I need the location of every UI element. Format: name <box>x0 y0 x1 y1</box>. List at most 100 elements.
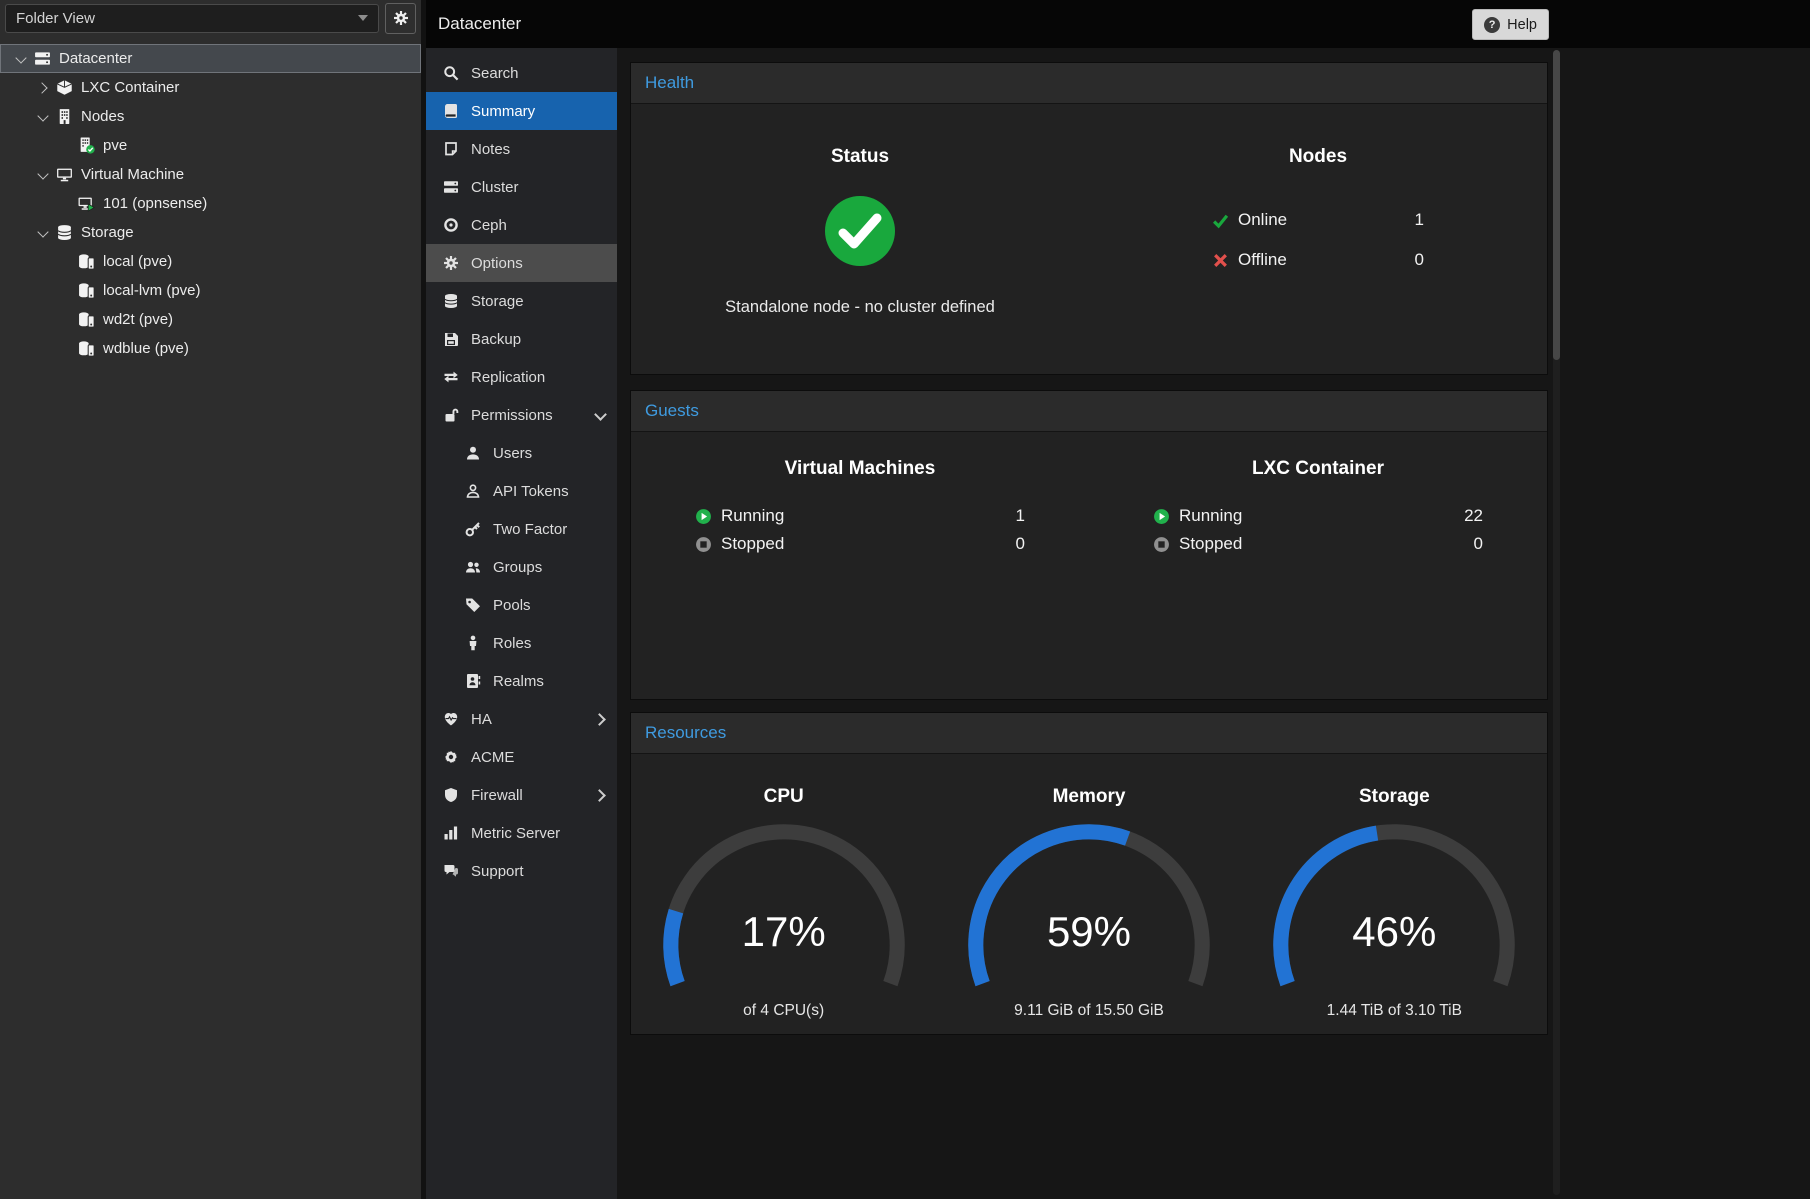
tree-item-label: Storage <box>81 224 134 241</box>
menu-item-pools[interactable]: Pools <box>426 586 617 624</box>
tree-item-label: pve <box>103 137 127 154</box>
shield-icon <box>442 787 460 803</box>
menu-item-permissions[interactable]: Permissions <box>426 396 617 434</box>
tree-item-storage[interactable]: Storage <box>0 218 421 247</box>
menu-item-label: Summary <box>471 103 535 120</box>
chevron-right-icon[interactable] <box>36 81 50 95</box>
tree-item-label: Datacenter <box>59 50 132 67</box>
menu-item-firewall[interactable]: Firewall <box>426 776 617 814</box>
chevron-right-icon[interactable] <box>595 713 607 725</box>
menu-item-backup[interactable]: Backup <box>426 320 617 358</box>
sidebar-toolbar: Folder View <box>0 0 421 36</box>
menu-item-acme[interactable]: ACME <box>426 738 617 776</box>
menu-item-notes[interactable]: Notes <box>426 130 617 168</box>
storage-drive-icon <box>78 253 97 270</box>
chevron-down-icon[interactable] <box>14 52 28 66</box>
tree-item-storage-wdblue[interactable]: wdblue (pve) <box>0 334 421 363</box>
view-mode-select[interactable]: Folder View <box>5 4 379 33</box>
menu-item-ceph[interactable]: Ceph <box>426 206 617 244</box>
twisty-spacer <box>58 139 72 153</box>
chevron-down-icon[interactable] <box>36 110 50 124</box>
view-mode-label: Folder View <box>16 10 95 27</box>
status-message: Standalone node - no cluster defined <box>725 298 995 317</box>
menu-item-replication[interactable]: Replication <box>426 358 617 396</box>
tree-item-vm-101[interactable]: 101 (opnsense) <box>0 189 421 218</box>
menu-item-label: Metric Server <box>471 825 560 842</box>
tree-item-label: Virtual Machine <box>81 166 184 183</box>
person-icon <box>464 635 482 651</box>
ceph-icon <box>442 217 460 233</box>
menu-item-roles[interactable]: Roles <box>426 624 617 662</box>
cpu-detail: of 4 CPU(s) <box>743 1002 824 1020</box>
lxc-stopped-row: Stopped 0 <box>1153 530 1483 558</box>
sticky-note-icon <box>442 141 460 157</box>
chevron-down-icon[interactable] <box>36 226 50 240</box>
menu-item-label: Backup <box>471 331 521 348</box>
storage-detail: 1.44 TiB of 3.10 TiB <box>1327 1002 1462 1020</box>
menu-item-realms[interactable]: Realms <box>426 662 617 700</box>
help-button[interactable]: ? Help <box>1472 9 1549 40</box>
monitor-icon <box>56 166 75 183</box>
tree-settings-button[interactable] <box>385 3 416 34</box>
memory-percent: 59% <box>965 908 1213 956</box>
menu-item-label: Groups <box>493 559 542 576</box>
menu-item-api-tokens[interactable]: API Tokens <box>426 472 617 510</box>
vertical-scrollbar[interactable] <box>1553 50 1560 1195</box>
running-label: Running <box>1179 506 1242 526</box>
twisty-spacer <box>58 197 72 211</box>
gear-icon <box>442 255 460 271</box>
menu-item-label: Notes <box>471 141 510 158</box>
tree-item-datacenter[interactable]: Datacenter <box>0 44 421 73</box>
menu-item-options[interactable]: Options <box>426 244 617 282</box>
tree-item-storage-local-lvm[interactable]: local-lvm (pve) <box>0 276 421 305</box>
menu-item-ha[interactable]: HA <box>426 700 617 738</box>
vm-stopped-value: 0 <box>1016 534 1025 554</box>
resources-panel-header: Resources <box>631 713 1547 754</box>
lxc-column: LXC Container Running 22 Stopped 0 <box>1089 458 1547 558</box>
menu-item-storage[interactable]: Storage <box>426 282 617 320</box>
heartbeat-icon <box>442 711 460 727</box>
tree-item-nodes[interactable]: Nodes <box>0 102 421 131</box>
chevron-down-icon[interactable] <box>36 168 50 182</box>
lxc-running-row: Running 22 <box>1153 502 1483 530</box>
scrollbar-thumb[interactable] <box>1553 50 1560 360</box>
tree-item-storage-local[interactable]: local (pve) <box>0 247 421 276</box>
nodes-online-row: Online 1 <box>1212 200 1424 240</box>
page-title: Datacenter <box>438 14 521 34</box>
menu-item-metric-server[interactable]: Metric Server <box>426 814 617 852</box>
menu-item-search[interactable]: Search <box>426 54 617 92</box>
play-circle-icon <box>695 508 712 525</box>
menu-item-label: Storage <box>471 293 524 310</box>
storage-percent: 46% <box>1270 908 1518 956</box>
node-online-icon <box>78 137 97 154</box>
chevron-right-icon[interactable] <box>595 789 607 801</box>
user-icon <box>464 445 482 461</box>
tree-item-virtual-machine[interactable]: Virtual Machine <box>0 160 421 189</box>
nodes-title: Nodes <box>1289 146 1347 168</box>
stopped-label: Stopped <box>721 534 784 554</box>
menu-item-label: Search <box>471 65 519 82</box>
menu-item-groups[interactable]: Groups <box>426 548 617 586</box>
chevron-down-icon[interactable] <box>595 409 607 421</box>
menu-item-cluster[interactable]: Cluster <box>426 168 617 206</box>
guests-panel: Guests Virtual Machines Running 1 Stoppe… <box>630 390 1548 700</box>
tree-item-label: LXC Container <box>81 79 179 96</box>
tree-item-pve[interactable]: pve <box>0 131 421 160</box>
offline-value: 0 <box>1415 250 1424 270</box>
menu-item-two-factor[interactable]: Two Factor <box>426 510 617 548</box>
nodes-offline-row: Offline 0 <box>1212 240 1424 280</box>
tree-item-label: local (pve) <box>103 253 172 270</box>
tree-item-lxc-container[interactable]: LXC Container <box>0 73 421 102</box>
gear-icon <box>393 10 409 26</box>
menu-item-support[interactable]: Support <box>426 852 617 890</box>
tree-item-storage-wd2t[interactable]: wd2t (pve) <box>0 305 421 334</box>
storage-drive-icon <box>78 340 97 357</box>
cpu-percent: 17% <box>660 908 908 956</box>
menu-item-summary[interactable]: Summary <box>426 92 617 130</box>
menu-item-users[interactable]: Users <box>426 434 617 472</box>
menu-item-label: Users <box>493 445 532 462</box>
menu-item-label: API Tokens <box>493 483 569 500</box>
vm-list: Running 1 Stopped 0 <box>695 502 1025 558</box>
lxc-stopped-value: 0 <box>1474 534 1483 554</box>
chevron-down-icon <box>358 15 368 21</box>
